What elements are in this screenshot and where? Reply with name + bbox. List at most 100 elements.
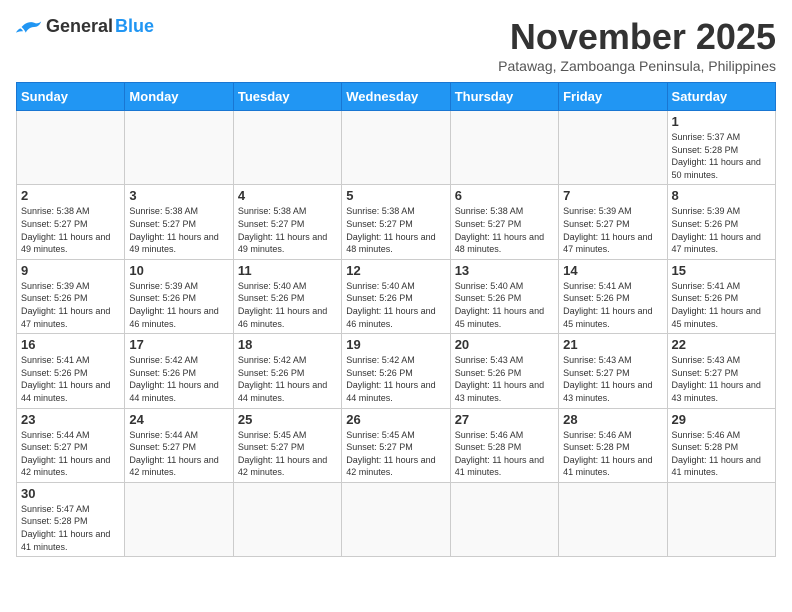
header-saturday: Saturday: [667, 83, 775, 111]
table-row: 18 Sunrise: 5:42 AM Sunset: 5:26 PM Dayli…: [233, 334, 341, 408]
table-row: 12 Sunrise: 5:40 AM Sunset: 5:26 PM Dayli…: [342, 259, 450, 333]
day-info: Sunrise: 5:37 AM Sunset: 5:28 PM Dayligh…: [672, 131, 771, 181]
page-header: GeneralBlue November 2025 Patawag, Zambo…: [16, 16, 776, 74]
table-row: 24 Sunrise: 5:44 AM Sunset: 5:27 PM Dayli…: [125, 408, 233, 482]
table-row: 26 Sunrise: 5:45 AM Sunset: 5:27 PM Dayli…: [342, 408, 450, 482]
day-number: 26: [346, 412, 445, 427]
table-row: 4 Sunrise: 5:38 AM Sunset: 5:27 PM Daylig…: [233, 185, 341, 259]
day-number: 19: [346, 337, 445, 352]
day-info: Sunrise: 5:38 AM Sunset: 5:27 PM Dayligh…: [129, 205, 228, 255]
day-number: 14: [563, 263, 662, 278]
logo-area: GeneralBlue: [16, 16, 154, 37]
table-row: [125, 111, 233, 185]
table-row: 1 Sunrise: 5:37 AM Sunset: 5:28 PM Daylig…: [667, 111, 775, 185]
table-row: 7 Sunrise: 5:39 AM Sunset: 5:27 PM Daylig…: [559, 185, 667, 259]
day-info: Sunrise: 5:42 AM Sunset: 5:26 PM Dayligh…: [346, 354, 445, 404]
table-row: 16Sunrise: 5:41 AM Sunset: 5:26 PM Dayli…: [17, 334, 125, 408]
table-row: [450, 482, 558, 556]
day-info: Sunrise: 5:41 AM Sunset: 5:26 PM Dayligh…: [563, 280, 662, 330]
logo-text-general: General: [46, 16, 113, 37]
day-number: 15: [672, 263, 771, 278]
table-row: 2Sunrise: 5:38 AM Sunset: 5:27 PM Daylig…: [17, 185, 125, 259]
table-row: 23Sunrise: 5:44 AM Sunset: 5:27 PM Dayli…: [17, 408, 125, 482]
calendar-header-row: Sunday Monday Tuesday Wednesday Thursday…: [17, 83, 776, 111]
header-thursday: Thursday: [450, 83, 558, 111]
table-row: 9 Sunrise: 5:39 AM Sunset: 5:26 PM Daylig…: [17, 259, 125, 333]
day-info: Sunrise: 5:43 AM Sunset: 5:27 PM Dayligh…: [563, 354, 662, 404]
day-number: 18: [238, 337, 337, 352]
header-monday: Monday: [125, 83, 233, 111]
day-info: Sunrise: 5:43 AM Sunset: 5:27 PM Dayligh…: [672, 354, 771, 404]
day-number: 5: [346, 188, 445, 203]
table-row: [125, 482, 233, 556]
table-row: 19 Sunrise: 5:42 AM Sunset: 5:26 PM Dayli…: [342, 334, 450, 408]
day-number: 10: [129, 263, 228, 278]
day-number: 25: [238, 412, 337, 427]
day-info: Sunrise: 5:40 AM Sunset: 5:26 PM Dayligh…: [238, 280, 337, 330]
day-info: Sunrise: 5:45 AM Sunset: 5:27 PM Dayligh…: [346, 429, 445, 479]
table-row: 28Sunrise: 5:46 AM Sunset: 5:28 PM Dayli…: [559, 408, 667, 482]
day-info: Sunrise: 5:46 AM Sunset: 5:28 PM Dayligh…: [455, 429, 554, 479]
day-number: 24: [129, 412, 228, 427]
table-row: [450, 111, 558, 185]
header-sunday: Sunday: [17, 83, 125, 111]
table-row: [667, 482, 775, 556]
day-info: Sunrise: 5:42 AM Sunset: 5:26 PM Dayligh…: [238, 354, 337, 404]
day-number: 22: [672, 337, 771, 352]
day-info: Sunrise: 5:41 AM Sunset: 5:26 PM Dayligh…: [672, 280, 771, 330]
table-row: 8Sunrise: 5:39 AM Sunset: 5:26 PM Daylig…: [667, 185, 775, 259]
day-info: Sunrise: 5:39 AM Sunset: 5:27 PM Dayligh…: [563, 205, 662, 255]
header-friday: Friday: [559, 83, 667, 111]
day-number: 27: [455, 412, 554, 427]
header-wednesday: Wednesday: [342, 83, 450, 111]
table-row: [559, 111, 667, 185]
day-number: 8: [672, 188, 771, 203]
table-row: 30 Sunrise: 5:47 AM Sunset: 5:28 PM Dayli…: [17, 482, 125, 556]
day-info: Sunrise: 5:40 AM Sunset: 5:26 PM Dayligh…: [346, 280, 445, 330]
table-row: 6 Sunrise: 5:38 AM Sunset: 5:27 PM Daylig…: [450, 185, 558, 259]
table-row: 25 Sunrise: 5:45 AM Sunset: 5:27 PM Dayli…: [233, 408, 341, 482]
day-number: 3: [129, 188, 228, 203]
table-row: [342, 111, 450, 185]
table-row: [233, 111, 341, 185]
table-row: [233, 482, 341, 556]
table-row: 20Sunrise: 5:43 AM Sunset: 5:26 PM Dayli…: [450, 334, 558, 408]
table-row: 17Sunrise: 5:42 AM Sunset: 5:26 PM Dayli…: [125, 334, 233, 408]
day-info: Sunrise: 5:43 AM Sunset: 5:26 PM Dayligh…: [455, 354, 554, 404]
day-info: Sunrise: 5:42 AM Sunset: 5:26 PM Dayligh…: [129, 354, 228, 404]
header-tuesday: Tuesday: [233, 83, 341, 111]
day-number: 9: [21, 263, 120, 278]
month-title: November 2025: [498, 16, 776, 58]
day-info: Sunrise: 5:39 AM Sunset: 5:26 PM Dayligh…: [21, 280, 120, 330]
day-number: 11: [238, 263, 337, 278]
table-row: 21 Sunrise: 5:43 AM Sunset: 5:27 PM Dayli…: [559, 334, 667, 408]
day-info: Sunrise: 5:38 AM Sunset: 5:27 PM Dayligh…: [455, 205, 554, 255]
day-info: Sunrise: 5:38 AM Sunset: 5:27 PM Dayligh…: [238, 205, 337, 255]
day-number: 1: [672, 114, 771, 129]
table-row: 13 Sunrise: 5:40 AM Sunset: 5:26 PM Dayli…: [450, 259, 558, 333]
day-info: Sunrise: 5:38 AM Sunset: 5:27 PM Dayligh…: [21, 205, 120, 255]
day-number: 4: [238, 188, 337, 203]
table-row: 11 Sunrise: 5:40 AM Sunset: 5:26 PM Dayli…: [233, 259, 341, 333]
day-info: Sunrise: 5:38 AM Sunset: 5:27 PM Dayligh…: [346, 205, 445, 255]
logo: GeneralBlue: [16, 16, 154, 37]
day-info: Sunrise: 5:45 AM Sunset: 5:27 PM Dayligh…: [238, 429, 337, 479]
day-info: Sunrise: 5:40 AM Sunset: 5:26 PM Dayligh…: [455, 280, 554, 330]
day-number: 7: [563, 188, 662, 203]
logo-icon: [16, 17, 44, 37]
table-row: 5 Sunrise: 5:38 AM Sunset: 5:27 PM Daylig…: [342, 185, 450, 259]
day-number: 6: [455, 188, 554, 203]
table-row: [559, 482, 667, 556]
day-number: 21: [563, 337, 662, 352]
table-row: 27 Sunrise: 5:46 AM Sunset: 5:28 PM Dayli…: [450, 408, 558, 482]
table-row: 22 Sunrise: 5:43 AM Sunset: 5:27 PM Dayli…: [667, 334, 775, 408]
table-row: 3 Sunrise: 5:38 AM Sunset: 5:27 PM Daylig…: [125, 185, 233, 259]
day-info: Sunrise: 5:47 AM Sunset: 5:28 PM Dayligh…: [21, 503, 120, 553]
logo-text-blue: Blue: [115, 16, 154, 37]
day-number: 13: [455, 263, 554, 278]
title-area: November 2025 Patawag, Zamboanga Peninsu…: [498, 16, 776, 74]
day-info: Sunrise: 5:44 AM Sunset: 5:27 PM Dayligh…: [129, 429, 228, 479]
day-number: 30: [21, 486, 120, 501]
table-row: [17, 111, 125, 185]
day-number: 12: [346, 263, 445, 278]
